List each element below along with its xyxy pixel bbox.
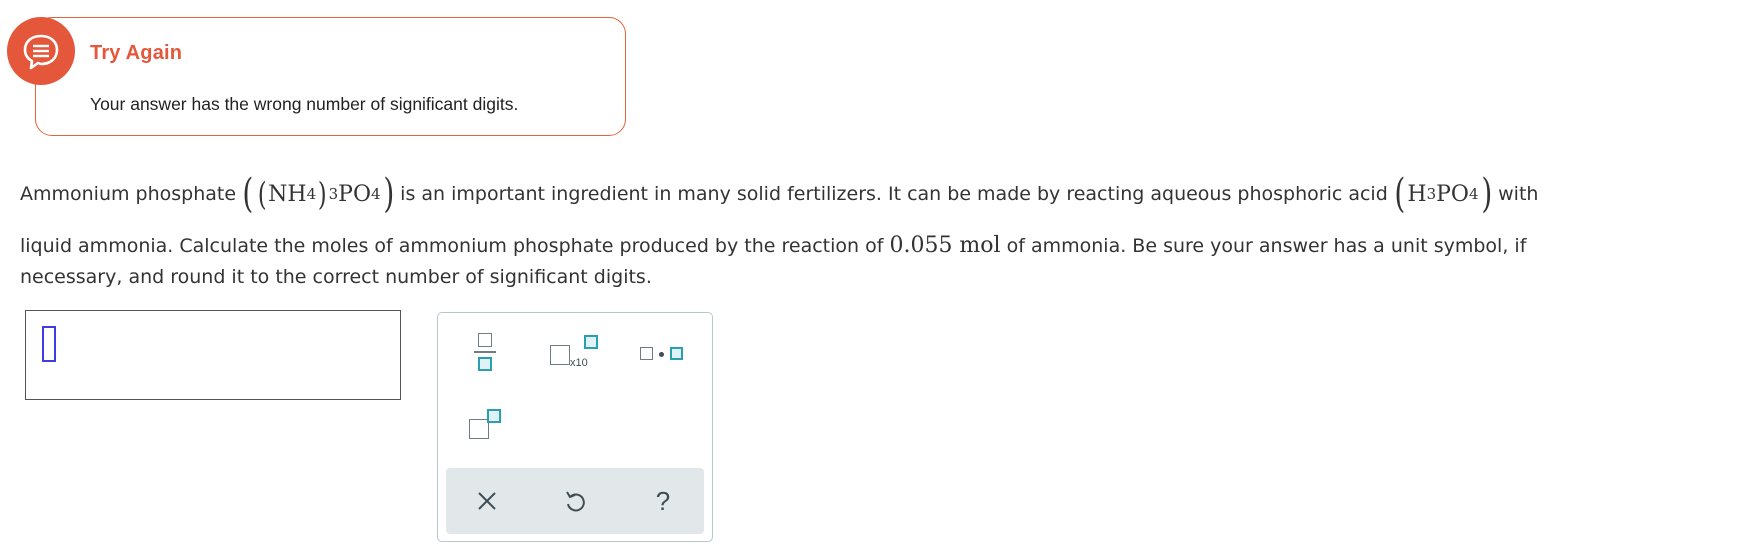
help-icon: ? <box>655 485 671 516</box>
question-line-2: liquid ammonia. Calculate the moles of a… <box>20 233 1527 258</box>
feedback-message: Your answer has the wrong number of sign… <box>90 94 519 114</box>
question-line-3: necessary, and round it to the correct n… <box>20 266 652 288</box>
question-text: Ammonium phosphate ((NH 4) 3 PO 4) is an imp… <box>20 166 1720 293</box>
quantity-value: 0.055 mol <box>889 233 1001 258</box>
feedback-chat-icon <box>7 17 75 85</box>
phosphoric-acid-formula: (H 3 PO 4) <box>1394 171 1492 217</box>
feedback-card <box>35 17 626 136</box>
answer-input[interactable] <box>25 310 401 400</box>
undo-button[interactable] <box>550 478 600 524</box>
fraction-key[interactable] <box>472 331 498 375</box>
superscript-key[interactable] <box>467 409 507 445</box>
keypad-footer: ? <box>446 468 704 534</box>
question-intro: Ammonium phosphate <box>20 182 237 205</box>
question-with: with <box>1498 182 1539 205</box>
scientific-notation-key[interactable]: x10 <box>548 333 604 373</box>
input-cursor <box>42 326 56 362</box>
question-mid-text: is an important ingredient in many solid… <box>400 182 1388 205</box>
help-button[interactable]: ? <box>638 478 688 524</box>
close-icon <box>478 492 496 510</box>
multiplication-dot-key[interactable] <box>638 343 688 367</box>
math-keypad: x10 ? <box>437 312 713 542</box>
undo-icon <box>566 491 585 512</box>
ammonium-phosphate-formula: ((NH 4) 3 PO 4) <box>242 171 394 217</box>
feedback-title: Try Again <box>90 42 183 64</box>
clear-button[interactable] <box>462 478 512 524</box>
question-line-1: Ammonium phosphate ((NH 4) 3 PO 4) is an imp… <box>20 166 1720 222</box>
